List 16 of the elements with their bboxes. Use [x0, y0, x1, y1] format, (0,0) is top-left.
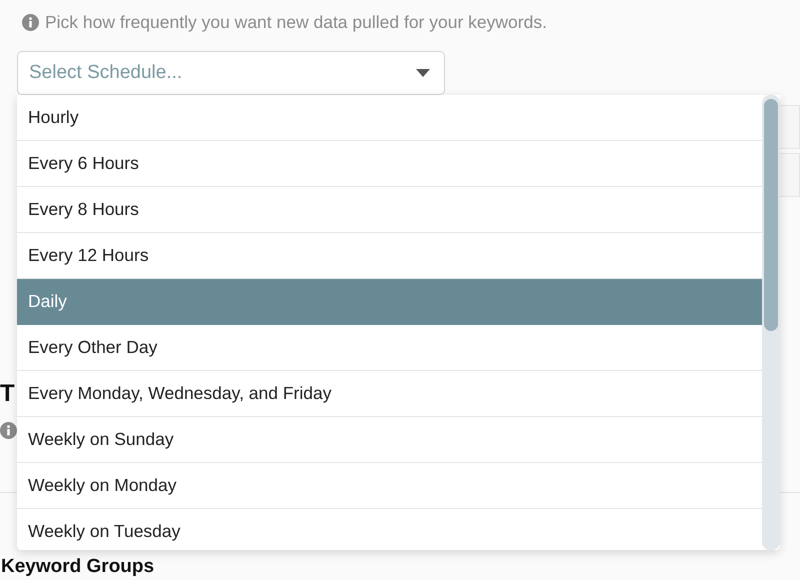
hint-text: Pick how frequently you want new data pulled for your keywords.	[45, 12, 547, 33]
dropdown-option[interactable]: Daily	[17, 279, 762, 325]
dropdown-option[interactable]: Every 8 Hours	[17, 187, 762, 233]
dropdown-option[interactable]: Every 6 Hours	[17, 141, 762, 187]
section-heading: Keyword Groups	[1, 557, 154, 577]
scrollbar-thumb[interactable]	[764, 99, 778, 331]
dropdown-option[interactable]: Hourly	[17, 95, 762, 141]
dropdown-option[interactable]: Every Monday, Wednesday, and Friday	[17, 371, 762, 417]
dropdown-option[interactable]: Weekly on Monday	[17, 463, 762, 509]
info-icon	[22, 14, 39, 31]
dropdown-option[interactable]: Weekly on Sunday	[17, 417, 762, 463]
dropdown-option[interactable]: Every Other Day	[17, 325, 762, 371]
caret-icon	[416, 69, 430, 77]
section-heading: T	[0, 380, 16, 408]
scrollbar[interactable]	[762, 95, 780, 550]
schedule-select[interactable]: Select Schedule...	[17, 51, 445, 95]
